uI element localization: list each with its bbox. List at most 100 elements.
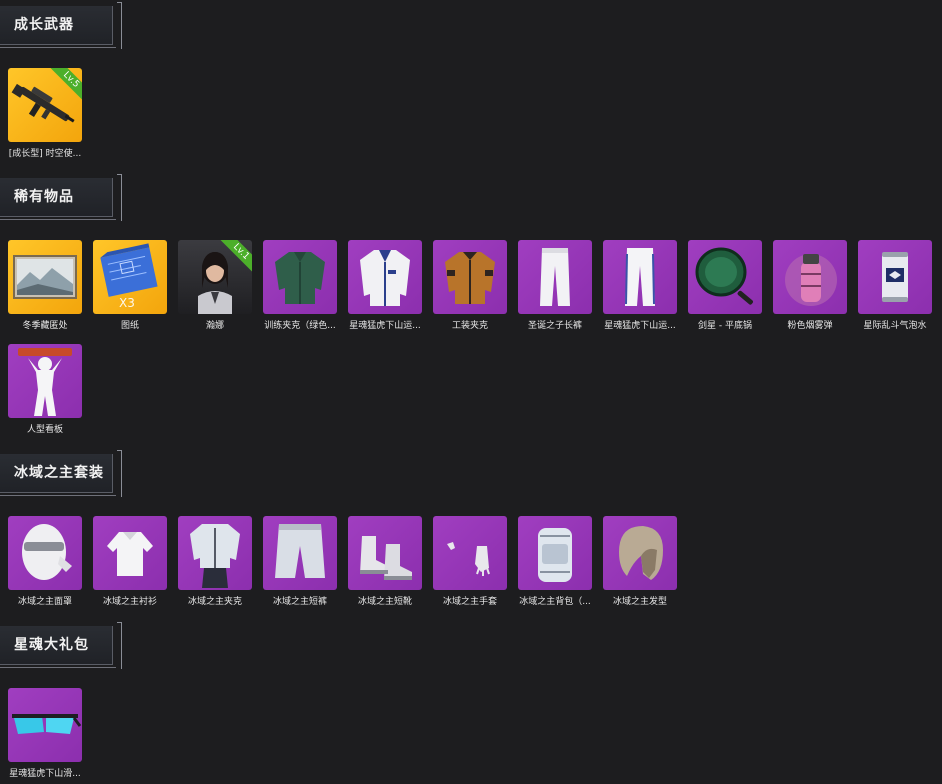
section-header-corner bbox=[117, 450, 122, 497]
item-work-jacket[interactable]: 工装夹克 bbox=[432, 240, 508, 336]
item-tile[interactable] bbox=[518, 240, 592, 314]
item-label: 圣诞之子长裤 bbox=[527, 321, 582, 331]
item-label: 冰域之主夹克 bbox=[187, 597, 242, 607]
item-label: 图纸 bbox=[120, 321, 139, 331]
section-header-underline bbox=[0, 47, 116, 48]
gloves-icon bbox=[447, 542, 490, 576]
item-tile[interactable]: X3 bbox=[93, 240, 167, 314]
item-tile[interactable] bbox=[518, 516, 592, 590]
section-header-growth-weapon: 成长武器 bbox=[0, 2, 122, 50]
item-tile[interactable] bbox=[433, 516, 507, 590]
mask-icon bbox=[22, 524, 72, 580]
item-tile[interactable] bbox=[858, 240, 932, 314]
item-label: 训练夹克（绿色... bbox=[264, 321, 336, 331]
item-label: 冰域之主短靴 bbox=[357, 597, 412, 607]
item-training-jacket[interactable]: 训练夹克（绿色... bbox=[262, 240, 338, 336]
ice-jacket-icon bbox=[190, 524, 240, 588]
item-tile[interactable] bbox=[263, 240, 337, 314]
item-tile[interactable] bbox=[348, 516, 422, 590]
item-label: 冰域之主衬衫 bbox=[102, 597, 157, 607]
reward-list-screen: 成长武器 Lv.5 [成长型] 时空使... 稀有物品 冬季藏匿处 X3 图纸 … bbox=[0, 0, 942, 784]
section-title: 冰域之主套装 bbox=[14, 465, 104, 481]
item-label: 冰域之主发型 bbox=[612, 597, 667, 607]
item-label: 星魂猛虎下山运... bbox=[604, 321, 676, 331]
section-title: 成长武器 bbox=[14, 17, 74, 33]
section-header-corner bbox=[117, 2, 122, 49]
human-signboard-icon bbox=[18, 348, 72, 416]
boots-icon bbox=[360, 536, 412, 580]
item-label: 冰域之主面罩 bbox=[17, 597, 72, 607]
section-header-corner bbox=[117, 174, 122, 221]
item-label: 粉色烟雾弹 bbox=[787, 321, 833, 331]
item-star-tiger-goggles[interactable]: 星魂猛虎下山滑... bbox=[7, 688, 83, 784]
section-header-star-gift-pack: 星魂大礼包 bbox=[0, 622, 122, 670]
item-tile[interactable] bbox=[8, 516, 82, 590]
item-label: 人型看板 bbox=[26, 425, 63, 435]
item-ice-gloves[interactable]: 冰域之主手套 bbox=[432, 516, 508, 612]
item-blueprint[interactable]: X3 图纸 bbox=[92, 240, 168, 336]
hairstyle-icon bbox=[619, 526, 663, 580]
item-label: 瀚娜 bbox=[205, 321, 224, 331]
section-header-corner bbox=[117, 622, 122, 669]
work-jacket-icon bbox=[445, 252, 495, 304]
item-tile[interactable] bbox=[348, 240, 422, 314]
item-label: 冬季藏匿处 bbox=[22, 321, 68, 331]
smoke-grenade-icon bbox=[785, 254, 837, 306]
item-tile[interactable] bbox=[8, 688, 82, 762]
item-tile[interactable] bbox=[688, 240, 762, 314]
goggles-icon bbox=[12, 714, 82, 734]
item-ice-boots[interactable]: 冰域之主短靴 bbox=[347, 516, 423, 612]
item-ice-hairstyle[interactable]: 冰域之主发型 bbox=[602, 516, 678, 612]
shirt-icon bbox=[107, 532, 153, 576]
item-human-signboard[interactable]: 人型看板 bbox=[7, 344, 83, 440]
item-label: 冰域之主手套 bbox=[442, 597, 497, 607]
item-pink-smoke-grenade[interactable]: 粉色烟雾弹 bbox=[772, 240, 848, 336]
item-star-brawl-soda[interactable]: 星际乱斗气泡水 bbox=[857, 240, 933, 336]
soda-can-icon bbox=[882, 252, 908, 302]
item-growth-weapon[interactable]: Lv.5 [成长型] 时空使... bbox=[7, 68, 83, 164]
item-tile[interactable] bbox=[603, 240, 677, 314]
item-label: [成长型] 时空使... bbox=[8, 149, 82, 159]
item-tile[interactable]: Lv.5 bbox=[8, 68, 82, 142]
section-header-underline bbox=[0, 219, 116, 220]
item-tile[interactable] bbox=[178, 516, 252, 590]
item-label: 剑星 - 平底锅 bbox=[698, 321, 752, 331]
item-tile[interactable] bbox=[773, 240, 847, 314]
item-label: 星魂猛虎下山滑... bbox=[9, 769, 81, 779]
item-character-hanna[interactable]: Lv.1 瀚娜 bbox=[177, 240, 253, 336]
item-label: 星魂猛虎下山运... bbox=[349, 321, 421, 331]
item-tile[interactable] bbox=[8, 240, 82, 314]
item-label: 工装夹克 bbox=[451, 321, 488, 331]
item-sword-star-pan[interactable]: 剑星 - 平底锅 bbox=[687, 240, 763, 336]
white-jacket-icon bbox=[360, 250, 410, 306]
pan-icon bbox=[695, 247, 753, 305]
item-label: 冰域之主短裤 bbox=[272, 597, 327, 607]
item-tile[interactable] bbox=[263, 516, 337, 590]
item-tile[interactable] bbox=[603, 516, 677, 590]
item-ice-shorts[interactable]: 冰域之主短裤 bbox=[262, 516, 338, 612]
item-ice-jacket[interactable]: 冰域之主夹克 bbox=[177, 516, 253, 612]
item-tile[interactable] bbox=[93, 516, 167, 590]
sport-pants-icon bbox=[625, 248, 655, 306]
item-ice-backpack[interactable]: 冰域之主背包（... bbox=[517, 516, 593, 612]
item-christmas-pants[interactable]: 圣诞之子长裤 bbox=[517, 240, 593, 336]
item-ice-shirt[interactable]: 冰域之主衬衫 bbox=[92, 516, 168, 612]
item-star-tiger-jacket[interactable]: 星魂猛虎下山运... bbox=[347, 240, 423, 336]
item-winter-hideout[interactable]: 冬季藏匿处 bbox=[7, 240, 83, 336]
item-tile[interactable]: Lv.1 bbox=[178, 240, 252, 314]
item-star-tiger-pants[interactable]: 星魂猛虎下山运... bbox=[602, 240, 678, 336]
item-label: 冰域之主背包（... bbox=[519, 597, 591, 607]
section-header-underline bbox=[0, 667, 116, 668]
quantity-label: X3 bbox=[119, 296, 135, 310]
section-title: 稀有物品 bbox=[14, 189, 74, 205]
section-header-underline bbox=[0, 495, 116, 496]
item-ice-mask[interactable]: 冰域之主面罩 bbox=[7, 516, 83, 612]
section-header-ice-lord-set: 冰域之主套装 bbox=[0, 450, 122, 498]
shorts-icon bbox=[275, 524, 325, 578]
item-tile[interactable] bbox=[433, 240, 507, 314]
item-tile[interactable] bbox=[8, 344, 82, 418]
section-header-rare-items: 稀有物品 bbox=[0, 174, 122, 222]
winter-painting-icon bbox=[13, 255, 77, 299]
item-label: 星际乱斗气泡水 bbox=[863, 321, 927, 331]
white-pants-icon bbox=[540, 248, 570, 306]
